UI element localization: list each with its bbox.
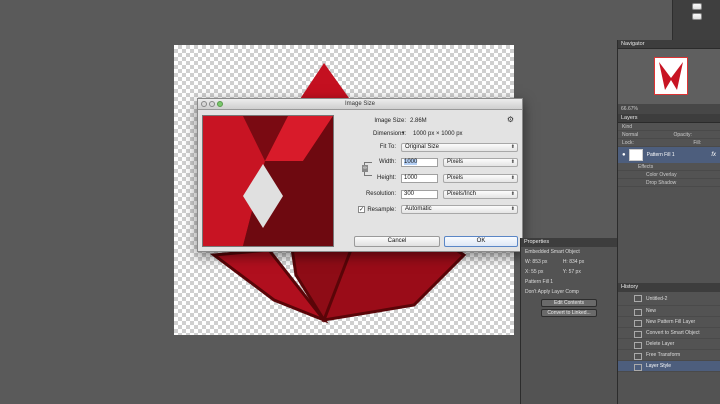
cancel-button[interactable]: Cancel xyxy=(354,236,440,247)
history-item[interactable]: Convert to Smart Object xyxy=(618,328,720,339)
history-panel: History Untitled-2 New New Pattern Fill … xyxy=(618,283,720,404)
resample-label: Resample: xyxy=(367,207,396,213)
resample-checkbox[interactable]: ✓ xyxy=(358,206,365,213)
height-readout[interactable]: H: 834 px xyxy=(563,259,584,265)
fill-label: Fill: xyxy=(693,140,702,146)
height-unit-select[interactable]: Pixels ⬍ xyxy=(443,174,518,183)
layer-item-pattern-fill[interactable]: ● Pattern Fill 1 fx xyxy=(618,147,720,163)
gear-icon[interactable]: ⚙ xyxy=(507,115,514,124)
opacity-label: Opacity: xyxy=(673,132,692,138)
width-readout[interactable]: W: 853 px xyxy=(525,259,547,265)
navigator-preview[interactable] xyxy=(618,49,720,104)
blend-mode-row[interactable]: Normal Opacity: xyxy=(618,131,720,139)
convert-to-linked-button[interactable]: Convert to Linked... xyxy=(541,309,597,317)
tab-properties[interactable]: Properties xyxy=(521,238,617,247)
blend-mode-select[interactable]: Normal xyxy=(622,132,638,138)
zoom-level[interactable]: 66.67% xyxy=(618,104,720,114)
layer-kind-filter[interactable]: Kind xyxy=(618,123,720,131)
width-unit-select[interactable]: Pixels ⬍ xyxy=(443,158,518,167)
effect-color-overlay[interactable]: Color Overlay xyxy=(618,171,720,179)
link-icon[interactable]: ∞ xyxy=(362,165,368,172)
dimensions-label: Dimensions: xyxy=(372,131,406,137)
panel-toggle-button[interactable] xyxy=(691,3,702,10)
eye-icon[interactable]: ● xyxy=(622,152,626,158)
history-item[interactable]: Delete Layer xyxy=(618,339,720,350)
preview-artwork xyxy=(203,116,333,246)
history-item[interactable]: New xyxy=(618,306,720,317)
history-item[interactable]: New Pattern Fill Layer xyxy=(618,317,720,328)
dimension-row: W: 853 px H: 834 px xyxy=(521,257,617,267)
layer-name: Pattern Fill 1 xyxy=(646,152,675,158)
history-item-active[interactable]: Layer Style xyxy=(618,361,720,372)
resolution-label: Resolution: xyxy=(365,191,396,197)
ok-button[interactable]: OK xyxy=(444,236,518,247)
dialog-titlebar[interactable]: Image Size xyxy=(198,99,522,110)
effect-drop-shadow[interactable]: Drop Shadow xyxy=(618,179,720,187)
height-label: Height: xyxy=(376,175,396,181)
dialog-title: Image Size xyxy=(344,101,375,107)
properties-panel: Properties Embedded Smart Object W: 853 … xyxy=(520,238,617,404)
history-item[interactable]: Free Transform xyxy=(618,350,720,361)
position-row: X: 55 px Y: 57 px xyxy=(521,267,617,277)
effects-row[interactable]: Effects xyxy=(618,163,720,171)
resolution-input[interactable]: 300 xyxy=(401,190,438,199)
fit-to-select[interactable]: Original Size ⬍ xyxy=(401,143,518,152)
lock-row: Lock: Fill: xyxy=(618,139,720,147)
height-input[interactable]: 1000 xyxy=(401,174,438,183)
panel-toggle-button-2[interactable] xyxy=(691,13,702,20)
tab-layers[interactable]: Layers xyxy=(618,114,720,123)
width-input[interactable]: 1000 xyxy=(401,158,438,167)
panel-icon-strip xyxy=(672,0,720,40)
edit-contents-button[interactable]: Edit Contents xyxy=(541,299,597,307)
image-preview[interactable] xyxy=(202,115,334,247)
tab-history[interactable]: History xyxy=(618,283,720,292)
fx-icon[interactable]: fx xyxy=(711,152,716,158)
close-window-button[interactable] xyxy=(201,101,207,107)
fit-to-label: Fit To: xyxy=(379,144,396,150)
image-size-value: 2.86M xyxy=(410,118,427,124)
chevron-down-icon[interactable]: ▾ xyxy=(402,130,405,136)
width-label: Width: xyxy=(378,159,396,165)
minimize-window-button[interactable] xyxy=(209,101,215,107)
zoom-window-button[interactable] xyxy=(217,101,223,107)
layer-source-name: Pattern Fill 1 xyxy=(525,279,554,285)
tab-navigator[interactable]: Navigator xyxy=(618,40,720,49)
layer-thumbnail xyxy=(628,149,643,161)
lock-label: Lock: xyxy=(622,140,634,146)
layer-comp-select[interactable]: Don't Apply Layer Comp xyxy=(521,287,617,297)
object-type: Embedded Smart Object xyxy=(525,249,580,255)
x-readout[interactable]: X: 55 px xyxy=(525,269,543,275)
image-size-dialog: Image Size Image Size: 2.86M ⚙ Dimension… xyxy=(197,98,523,252)
resample-select[interactable]: Automatic ⬍ xyxy=(401,205,518,214)
image-size-label: Image Size: xyxy=(374,118,406,124)
history-snapshot[interactable]: Untitled-2 xyxy=(618,292,720,306)
resolution-unit-select[interactable]: Pixels/Inch ⬍ xyxy=(443,190,518,199)
navigator-thumbnail[interactable] xyxy=(654,57,688,95)
dimensions-value: 1000 px × 1000 px xyxy=(413,131,463,137)
y-readout[interactable]: Y: 57 px xyxy=(563,269,581,275)
